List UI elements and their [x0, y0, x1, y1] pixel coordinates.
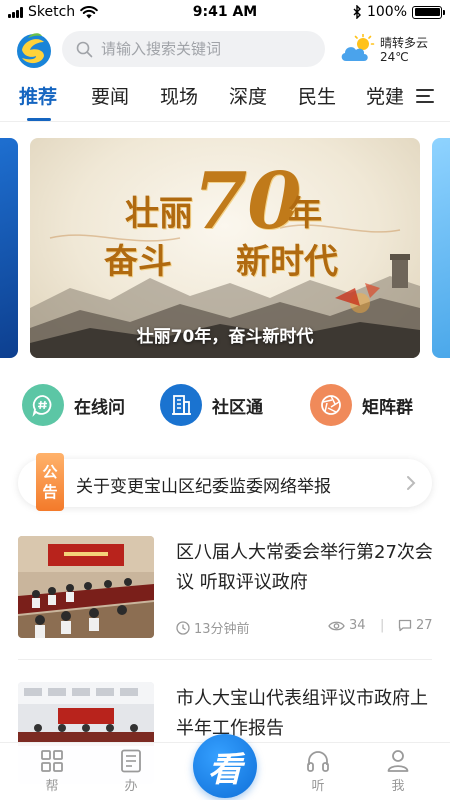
nav-item-help[interactable]: 帮	[27, 749, 77, 794]
tab-headlines[interactable]: 要闻	[91, 82, 129, 109]
weather-widget[interactable]: 晴转多云 24℃	[338, 32, 442, 68]
search-bar[interactable]	[62, 31, 325, 67]
news-time-text: 13分钟前	[194, 622, 250, 637]
quick-link-label: 在线问	[74, 397, 125, 418]
partly-cloudy-icon	[341, 34, 375, 61]
news-title: 区八届人大常委会举行第27次会议 听取评议政府	[176, 542, 433, 593]
notice-tag: 公 告	[36, 453, 64, 511]
status-right: 100%	[353, 4, 445, 20]
nav-label: 我	[391, 779, 405, 794]
headphones-icon	[307, 751, 329, 772]
banner-title-part1: 壮丽	[125, 194, 193, 234]
banner-slide[interactable]: 壮丽 70 年 奋斗 新时代 壮丽70年，奋斗新时代	[30, 138, 420, 358]
news-time: 13分钟前	[176, 618, 250, 637]
comment-icon	[398, 619, 412, 632]
tab-depth[interactable]: 深度	[229, 82, 267, 109]
weather-description: 晴转多云	[380, 36, 429, 50]
building-icon	[160, 384, 202, 426]
nav-center-label: 看	[208, 749, 242, 790]
news-views-count: 34	[349, 618, 366, 633]
menu-icon[interactable]	[416, 88, 434, 104]
nav-item-me[interactable]: 我	[373, 749, 423, 794]
nav-label: 帮	[45, 779, 59, 794]
notice-tag-char-1: 公	[42, 463, 58, 481]
notice-bar[interactable]: 公 告 关于变更宝山区纪委监委网络举报	[18, 453, 432, 511]
news-comments-count: 27	[416, 618, 433, 633]
person-icon	[387, 750, 409, 772]
news-views: 34	[328, 618, 366, 633]
banner-title-year: 年	[288, 194, 322, 234]
bluetooth-icon	[353, 5, 361, 19]
meta-separator: |	[380, 618, 385, 633]
battery-icon	[412, 5, 445, 19]
news-thumbnail	[18, 536, 154, 638]
document-icon	[121, 749, 141, 773]
notice-text: 关于变更宝山区纪委监委网络举报	[76, 477, 331, 497]
battery-percent: 100%	[366, 4, 407, 20]
banner-title-part2: 奋斗	[104, 242, 172, 282]
tab-recommend[interactable]: 推荐	[19, 82, 57, 109]
tab-party[interactable]: 党建	[366, 82, 404, 109]
tab-livelihood[interactable]: 民生	[298, 82, 336, 109]
nav-center-watch-button[interactable]: 看	[193, 734, 257, 798]
search-icon	[76, 41, 93, 57]
status-bar: Sketch 9:41 AM 100%	[0, 0, 450, 26]
banner-next-slide[interactable]	[432, 138, 450, 358]
banner-prev-slide[interactable]	[0, 138, 18, 358]
notice-tag-char-2: 告	[42, 483, 58, 501]
news-comments[interactable]: 27	[398, 618, 433, 633]
app-logo-icon[interactable]	[14, 30, 54, 70]
news-meta: 13分钟前 34 | 27	[176, 618, 433, 637]
chevron-right-icon	[407, 476, 416, 490]
aperture-icon	[310, 384, 352, 426]
weather-temperature: 24℃	[380, 50, 409, 64]
quick-link-online-ask[interactable]: 在线问	[22, 384, 125, 426]
banner-caption: 壮丽70年，奋斗新时代	[136, 327, 314, 347]
banner-title-part3: 新时代	[236, 242, 338, 282]
app-header: 晴转多云 24℃	[0, 28, 450, 72]
quick-link-label: 矩阵群	[362, 397, 413, 418]
search-input[interactable]	[101, 40, 301, 58]
active-tab-indicator	[27, 118, 51, 121]
news-divider	[18, 659, 432, 660]
eye-icon	[328, 621, 345, 630]
nav-label: 听	[311, 779, 325, 794]
quick-link-matrix[interactable]: 矩阵群	[310, 384, 413, 426]
news-item[interactable]: 区八届人大常委会举行第27次会议 听取评议政府 13分钟前 34 | 27	[18, 536, 433, 646]
nav-label: 办	[124, 779, 138, 794]
quick-link-label: 社区通	[212, 397, 263, 418]
tab-live[interactable]: 现场	[160, 82, 198, 109]
category-tabs: 推荐 要闻 现场 深度 民生 党建	[0, 78, 450, 122]
clock-icon	[176, 620, 190, 635]
chat-hash-icon	[22, 384, 64, 426]
nav-item-listen[interactable]: 听	[293, 749, 343, 794]
quick-link-community[interactable]: 社区通	[160, 384, 263, 426]
grid-icon	[41, 750, 63, 772]
quick-links: 在线问 社区通 矩阵群	[0, 384, 450, 428]
nav-item-handle[interactable]: 办	[106, 749, 156, 794]
